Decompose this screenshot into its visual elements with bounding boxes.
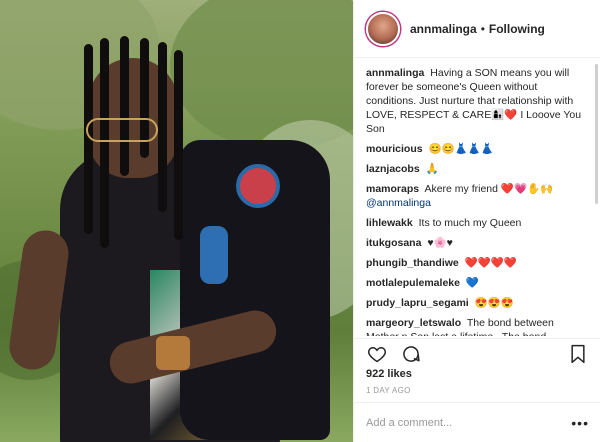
- comment-item: motlalepulemaleke 💙: [366, 276, 590, 290]
- comment-item: annmalinga Having a SON means you will f…: [366, 66, 590, 136]
- add-comment-bar: •••: [354, 402, 600, 442]
- hair-braid: [174, 50, 183, 240]
- comment-input[interactable]: [366, 416, 572, 429]
- action-bar: [354, 338, 600, 368]
- comment-username[interactable]: lihlewakk: [366, 217, 413, 229]
- comment-text: 😊😊👗👗👗: [428, 143, 494, 155]
- comment-text: 🙏: [425, 163, 439, 175]
- header-username[interactable]: annmalinga: [410, 22, 477, 36]
- comment-username[interactable]: mouricious: [366, 143, 423, 155]
- heart-icon[interactable]: [366, 343, 388, 365]
- hair-braid: [100, 38, 109, 248]
- comment-username[interactable]: laznjacobs: [366, 163, 420, 175]
- hair-braid: [120, 36, 129, 176]
- likes-count[interactable]: 922 likes: [366, 368, 412, 380]
- comment-item: mouricious 😊😊👗👗👗: [366, 142, 590, 156]
- comment-username[interactable]: margeory_letswalo: [366, 317, 461, 329]
- more-options-button[interactable]: •••: [571, 415, 589, 431]
- comment-text: Its to much my Queen: [418, 217, 522, 229]
- comment-text: ♥🌸♥: [427, 237, 453, 249]
- glasses: [86, 118, 158, 142]
- separator-dot: •: [480, 21, 485, 36]
- watch: [156, 336, 190, 370]
- scarf-patch: [236, 164, 280, 208]
- post-panel: annmalinga • Following annmalinga Having…: [353, 0, 600, 442]
- comments-list[interactable]: annmalinga Having a SON means you will f…: [354, 58, 600, 336]
- comment-item: itukgosana ♥🌸♥: [366, 236, 590, 250]
- comment-username[interactable]: motlalepulemaleke: [366, 277, 460, 289]
- post-timestamp[interactable]: 1 DAY AGO: [366, 386, 411, 395]
- comment-text: Akere my friend ❤️💗✋🙌: [424, 183, 554, 195]
- comment-item: lihlewakk Its to much my Queen: [366, 216, 590, 230]
- comment-item: laznjacobs 🙏: [366, 162, 590, 176]
- comment-username[interactable]: mamoraps: [366, 183, 419, 195]
- hair-braid: [158, 42, 167, 212]
- comment-mention[interactable]: @annmalinga: [366, 197, 431, 209]
- comment-username[interactable]: phungib_thandiwe: [366, 257, 459, 269]
- following-button[interactable]: Following: [489, 22, 545, 36]
- comment-username[interactable]: annmalinga: [366, 67, 424, 79]
- comment-text: 💙: [465, 277, 479, 289]
- avatar[interactable]: [366, 11, 400, 46]
- post-header: annmalinga • Following: [354, 0, 600, 58]
- post-photo[interactable]: [0, 0, 353, 442]
- comment-item: prudy_lapru_segami 😍😍😍: [366, 296, 590, 310]
- scarf-patch: [200, 226, 228, 284]
- comment-text: ❤️❤️❤️❤️: [464, 257, 517, 269]
- comment-text: 😍😍😍: [474, 297, 514, 309]
- comment-icon[interactable]: [400, 343, 422, 365]
- comment-item: mamoraps Akere my friend ❤️💗✋🙌 @annmalin…: [366, 182, 590, 210]
- bookmark-icon[interactable]: [567, 343, 589, 365]
- comment-item: margeory_letswalo The bond between Mothe…: [366, 316, 590, 336]
- comment-username[interactable]: itukgosana: [366, 237, 421, 249]
- scrollbar[interactable]: [595, 64, 598, 204]
- comment-username[interactable]: prudy_lapru_segami: [366, 297, 469, 309]
- comment-item: phungib_thandiwe ❤️❤️❤️❤️: [366, 256, 590, 270]
